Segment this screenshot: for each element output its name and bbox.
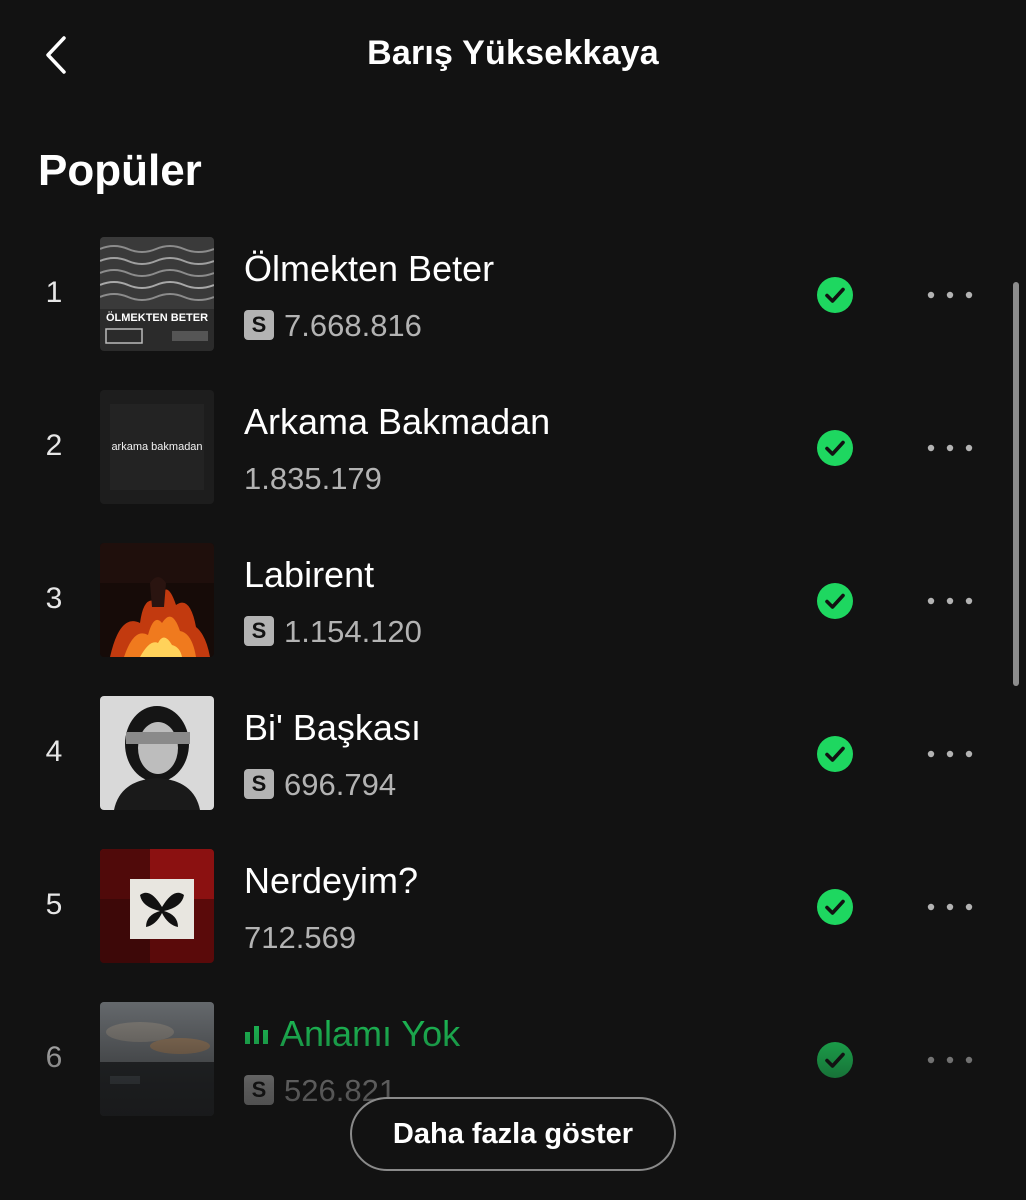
album-cover [100, 543, 214, 657]
album-cover [100, 1002, 214, 1116]
track-rank: 2 [45, 429, 63, 462]
cover-text: arkama bakmadan [111, 441, 202, 453]
album-cover: arkama bakmadan [100, 390, 214, 504]
saved-check-button[interactable] [816, 1041, 854, 1079]
more-options-button[interactable] [922, 735, 978, 773]
popular-section-title: Popüler [38, 146, 202, 195]
check-circle-icon [817, 736, 853, 772]
play-count: 1.835.179 [244, 461, 382, 496]
track-meta: 712.569 [244, 920, 356, 956]
track-meta: S 1.154.120 [244, 614, 422, 650]
more-options-button[interactable] [922, 276, 978, 314]
track-title: Bi' Başkası [244, 707, 421, 749]
track-meta: S 7.668.816 [244, 308, 422, 344]
more-horizontal-icon [927, 597, 973, 605]
track-title: Anlamı Yok [244, 1013, 460, 1055]
more-horizontal-icon [927, 750, 973, 758]
saved-check-button[interactable] [816, 888, 854, 926]
explicit-badge: S [244, 1074, 274, 1105]
more-options-button[interactable] [922, 888, 978, 926]
track-meta: 1.835.179 [244, 461, 382, 497]
track-title-text: Ölmekten Beter [244, 248, 495, 289]
track-title-text: Nerdeyim? [244, 860, 419, 901]
top-bar: Barış Yüksekkaya [0, 0, 1026, 110]
show-more-button[interactable]: Daha fazla göster [350, 1097, 676, 1171]
check-circle-icon [817, 430, 853, 466]
explicit-badge: S [244, 768, 274, 799]
track-title-text: Labirent [244, 554, 375, 595]
track-title: Arkama Bakmadan [244, 401, 550, 443]
track-title: Labirent [244, 554, 374, 596]
track-row[interactable]: 4 Bi' Başkası S 696.794 [0, 687, 1026, 840]
track-title-text: Anlamı Yok [280, 1013, 461, 1054]
track-row[interactable]: 2 arkama bakmadan Arkama Bakmadan 1.835.… [0, 381, 1026, 534]
play-count: 696.794 [284, 767, 397, 802]
track-title-text: Arkama Bakmadan [244, 401, 551, 442]
saved-check-button[interactable] [816, 429, 854, 467]
more-horizontal-icon [927, 291, 973, 299]
more-options-button[interactable] [922, 429, 978, 467]
track-row[interactable]: 1 ÖLMEKTEN BETER Ölmekten Beter S 7.668.8… [0, 228, 1026, 381]
more-horizontal-icon [927, 1056, 973, 1064]
track-rank: 6 [45, 1041, 63, 1074]
more-options-button[interactable] [922, 1041, 978, 1079]
track-rank: 1 [45, 276, 63, 309]
track-row[interactable]: 5 Nerdeyim? 712.569 [0, 840, 1026, 993]
saved-check-button[interactable] [816, 735, 854, 773]
check-circle-icon [817, 583, 853, 619]
play-count: 1.154.120 [284, 614, 422, 649]
track-title-text: Bi' Başkası [244, 707, 421, 748]
track-row[interactable]: 3 Labirent S 1.154.120 [0, 534, 1026, 687]
track-rank: 4 [45, 735, 63, 768]
more-horizontal-icon [927, 903, 973, 911]
album-cover: ÖLMEKTEN BETER [100, 237, 214, 351]
track-rank: 3 [45, 582, 63, 615]
more-horizontal-icon [927, 444, 973, 452]
saved-check-button[interactable] [816, 582, 854, 620]
check-circle-icon [817, 277, 853, 313]
scrollbar[interactable] [1013, 282, 1019, 686]
play-count: 7.668.816 [284, 308, 422, 343]
track-meta: S 696.794 [244, 767, 396, 803]
explicit-badge: S [244, 615, 274, 646]
play-count: 712.569 [244, 920, 357, 955]
more-options-button[interactable] [922, 582, 978, 620]
album-cover [100, 696, 214, 810]
saved-check-button[interactable] [816, 276, 854, 314]
explicit-badge: S [244, 309, 274, 340]
cover-text: ÖLMEKTEN BETER [106, 311, 208, 324]
check-circle-icon [817, 889, 853, 925]
track-title: Nerdeyim? [244, 860, 418, 902]
artist-name-title: Barış Yüksekkaya [367, 34, 659, 72]
now-playing-equalizer-icon [245, 1026, 268, 1045]
track-title: Ölmekten Beter [244, 248, 494, 290]
album-cover [100, 849, 214, 963]
track-rank: 5 [45, 888, 63, 921]
popular-track-list: 1 ÖLMEKTEN BETER Ölmekten Beter S 7.668.8… [0, 228, 1026, 1146]
check-circle-icon [817, 1042, 853, 1078]
